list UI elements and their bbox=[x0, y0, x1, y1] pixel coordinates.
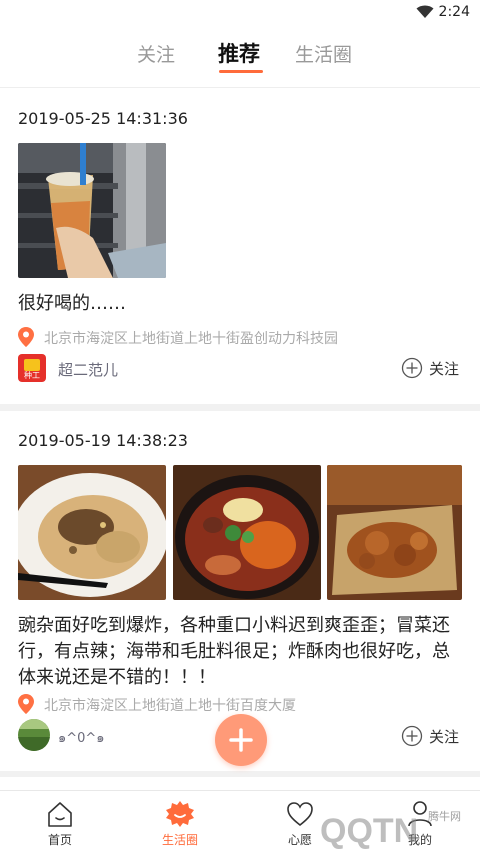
author-name[interactable]: ๑^0^๑ bbox=[58, 727, 105, 748]
author-name[interactable]: 超二范儿 bbox=[58, 359, 118, 380]
life-circle-icon bbox=[166, 801, 194, 827]
status-time: 2:24 bbox=[438, 4, 470, 20]
author-row: 种工 超二范儿 关注 bbox=[18, 354, 463, 384]
post-text: 很好喝的…… bbox=[18, 293, 126, 314]
wifi-icon bbox=[416, 5, 434, 18]
post-divider bbox=[0, 404, 480, 411]
follow-button[interactable]: 关注 bbox=[401, 356, 463, 380]
active-tab-indicator bbox=[219, 70, 263, 73]
home-icon bbox=[48, 802, 72, 827]
profile-icon bbox=[408, 801, 432, 827]
location-pin-icon bbox=[18, 327, 34, 347]
tab-life-circle[interactable]: 生活圈 bbox=[295, 40, 352, 67]
avatar[interactable] bbox=[18, 719, 50, 751]
nav-home[interactable]: 首页 bbox=[0, 791, 120, 854]
avatar[interactable]: 种工 bbox=[18, 354, 46, 382]
tab-follow[interactable]: 关注 bbox=[137, 40, 175, 67]
post-text: 豌杂面好吃到爆炸，各种重口小料迟到爽歪歪；冒菜还行，有点辣；海带和毛肚料很足；炸… bbox=[18, 615, 450, 688]
post-card[interactable]: 2019-05-25 14:31:36 很好喝的…… 北京市海淀区上地街道上地十… bbox=[0, 88, 480, 404]
nav-wish-label: 心愿 bbox=[287, 833, 312, 847]
nav-life-circle[interactable]: 生活圈 bbox=[120, 791, 240, 854]
post-photo[interactable] bbox=[327, 465, 462, 600]
plus-icon bbox=[229, 728, 253, 752]
post-date: 2019-05-19 14:38:23 bbox=[18, 431, 188, 450]
nav-life-circle-label: 生活圈 bbox=[161, 833, 198, 847]
bottom-nav: 首页 生活圈 心愿 我的 bbox=[0, 790, 480, 854]
location-pin-icon bbox=[18, 694, 34, 714]
nav-home-label: 首页 bbox=[47, 833, 72, 847]
follow-label: 关注 bbox=[429, 728, 460, 746]
plus-circle-icon bbox=[401, 725, 423, 747]
plus-circle-icon bbox=[401, 357, 423, 379]
top-tabs: 关注 推荐 生活圈 bbox=[0, 26, 480, 88]
nav-wish[interactable]: 心愿 bbox=[240, 791, 360, 854]
location-text: 北京市海淀区上地街道上地十街百度大厦 bbox=[44, 698, 296, 714]
post-location[interactable]: 北京市海淀区上地街道上地十街盈创动力科技园 bbox=[18, 326, 458, 348]
post-divider bbox=[0, 771, 480, 777]
heart-icon bbox=[287, 802, 313, 827]
post-date: 2019-05-25 14:31:36 bbox=[18, 109, 188, 128]
follow-label: 关注 bbox=[429, 360, 460, 378]
post-photo[interactable] bbox=[173, 465, 321, 600]
post-photo[interactable] bbox=[18, 465, 166, 600]
nav-profile-label: 我的 bbox=[407, 833, 432, 847]
status-bar: 2:24 bbox=[0, 0, 480, 26]
post-location[interactable]: 北京市海淀区上地街道上地十街百度大厦 bbox=[18, 693, 458, 715]
follow-button[interactable]: 关注 bbox=[401, 724, 463, 748]
location-text: 北京市海淀区上地街道上地十街盈创动力科技园 bbox=[44, 331, 338, 347]
tab-recommend[interactable]: 推荐 bbox=[218, 38, 260, 68]
add-post-button[interactable] bbox=[215, 714, 267, 766]
nav-profile[interactable]: 我的 bbox=[360, 791, 480, 854]
post-photo[interactable] bbox=[18, 143, 166, 278]
avatar-text: 种工 bbox=[24, 370, 40, 380]
